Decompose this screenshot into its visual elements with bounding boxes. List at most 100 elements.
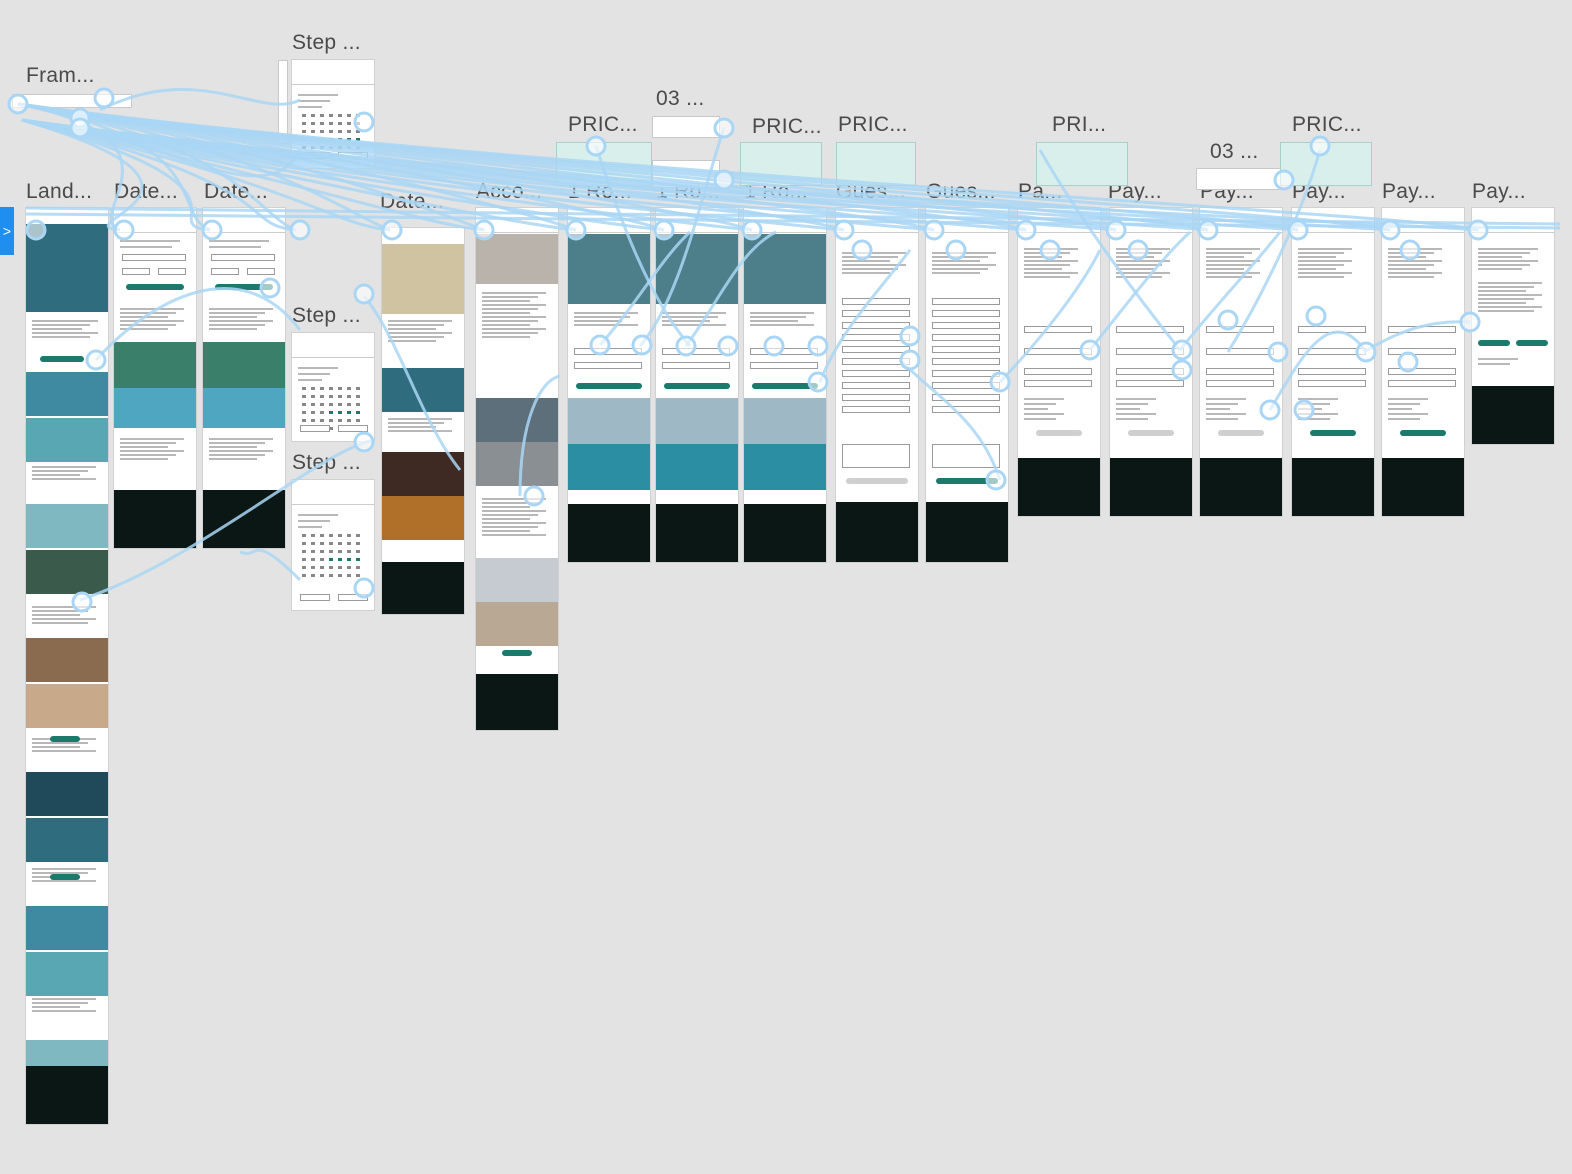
overlay-frame[interactable] [652, 160, 720, 188]
text-line [32, 750, 96, 752]
frame-label[interactable]: Acco... [476, 180, 542, 204]
overlay-frame[interactable] [652, 116, 720, 138]
overlay-frame[interactable] [1036, 142, 1128, 186]
text-line [662, 320, 710, 322]
frame-room-3[interactable] [744, 208, 826, 562]
frame-pay-6[interactable] [1472, 208, 1554, 444]
text-line [1116, 272, 1170, 274]
frame-landing[interactable] [26, 208, 108, 1124]
frame-guest-2[interactable] [926, 208, 1008, 562]
frame-label[interactable]: Step ... [292, 304, 361, 328]
text-line [388, 430, 452, 432]
frame-label[interactable]: Fram... [26, 64, 95, 88]
overlay-frame[interactable] [1280, 142, 1372, 186]
frame-label[interactable]: PRIC... [568, 113, 638, 137]
frame-label[interactable]: Step ... [292, 31, 361, 55]
overlay-frame[interactable] [278, 60, 288, 144]
photo [26, 418, 108, 462]
frame-nav-bar [1292, 218, 1374, 233]
overlay-frame[interactable] [1196, 168, 1282, 190]
calendar-day [347, 550, 351, 553]
frame-date-2[interactable] [203, 208, 285, 548]
text-line [1206, 398, 1246, 400]
frame-pay-1[interactable] [1018, 208, 1100, 516]
calendar-day [320, 130, 324, 133]
calendar-day [356, 566, 360, 569]
calendar-day [356, 550, 360, 553]
text-line [1478, 290, 1526, 292]
frame-room-2[interactable] [656, 208, 738, 562]
calendar-day [311, 138, 315, 141]
overlay-frame[interactable] [836, 142, 916, 186]
calendar-day [311, 403, 315, 406]
calendar-day [338, 558, 342, 561]
overlay-frame[interactable] [740, 142, 822, 186]
text-line [1388, 276, 1434, 278]
frame-label[interactable]: Date... [114, 180, 178, 204]
frame-pay-4[interactable] [1292, 208, 1374, 516]
text-line [388, 418, 452, 420]
calendar-day [347, 122, 351, 125]
frame-nav-bar [1382, 218, 1464, 233]
frame-label[interactable]: PRI... [1052, 113, 1106, 137]
frame-label[interactable]: Pay... [1382, 180, 1436, 204]
frame-label[interactable]: Step ... [292, 451, 361, 475]
text-line [1388, 264, 1434, 266]
text-line [1206, 260, 1260, 262]
text-line [209, 446, 257, 448]
calendar-day [329, 130, 333, 133]
calendar-day [320, 550, 324, 553]
calendar-day [338, 534, 342, 537]
text-line [32, 606, 96, 608]
text-line [482, 324, 530, 326]
calendar-day [320, 542, 324, 545]
calendar-day [338, 122, 342, 125]
frame-date-1[interactable] [114, 208, 196, 548]
calendar-day [329, 419, 333, 422]
frame-step-calendar-3[interactable] [292, 480, 374, 610]
calendar-day [320, 558, 324, 561]
frame-step-calendar-1[interactable] [292, 60, 374, 168]
overlay-frame[interactable] [556, 142, 652, 186]
text-line [482, 320, 538, 322]
frame-label[interactable]: Land... [26, 180, 92, 204]
text-line [1298, 260, 1352, 262]
frame-label[interactable]: 03 ... [656, 87, 705, 111]
frame-accommodations[interactable] [476, 208, 558, 730]
frame-label[interactable]: PRIC... [838, 113, 908, 137]
calendar-day [347, 542, 351, 545]
text-line [1024, 248, 1078, 250]
frame-nav-bar [114, 218, 196, 233]
play-flow-tab[interactable]: > [0, 207, 14, 255]
frame-label[interactable]: 03 ... [1210, 140, 1259, 164]
frame-label[interactable]: PRIC... [752, 115, 822, 139]
frame-label[interactable]: Gues... [926, 180, 996, 204]
frame-label[interactable]: Date... [204, 180, 268, 204]
frame-nav-bar [744, 218, 826, 233]
calendar-day [347, 138, 351, 141]
frame-guest-1[interactable] [836, 208, 918, 562]
text-line [120, 442, 176, 444]
frame-label[interactable]: Pay... [1472, 180, 1526, 204]
overlay-frame[interactable] [12, 94, 132, 108]
frame-pay-2[interactable] [1110, 208, 1192, 516]
calendar-day [329, 395, 333, 398]
frame-pay-3[interactable] [1200, 208, 1282, 516]
frame-label[interactable]: Date... [380, 190, 444, 214]
calendar-day [302, 387, 306, 390]
frame-room-1[interactable] [568, 208, 650, 562]
calendar-day [302, 550, 306, 553]
text-line [32, 742, 88, 744]
photo [26, 772, 108, 816]
calendar-day [347, 114, 351, 117]
frame-pay-5[interactable] [1382, 208, 1464, 516]
text-line [120, 454, 176, 456]
text-line [209, 324, 265, 326]
calendar-day [302, 146, 306, 149]
frame-dining[interactable] [382, 228, 464, 614]
frame-step-calendar-2[interactable] [292, 333, 374, 441]
frame-label[interactable]: PRIC... [1292, 113, 1362, 137]
calendar-day [302, 130, 306, 133]
text-line [120, 324, 176, 326]
select-field [338, 152, 368, 159]
